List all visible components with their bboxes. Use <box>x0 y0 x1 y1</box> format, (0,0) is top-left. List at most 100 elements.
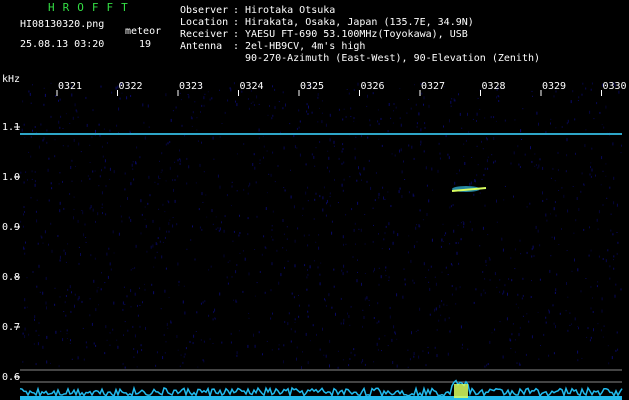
noise-pixel <box>253 333 254 337</box>
noise-pixel <box>161 255 163 259</box>
noise-pixel <box>613 176 615 180</box>
noise-pixel <box>45 276 47 280</box>
noise-pixel <box>166 322 168 326</box>
noise-pixel <box>539 158 541 161</box>
noise-pixel <box>140 344 142 347</box>
noise-pixel <box>266 340 268 342</box>
noise-pixel <box>596 285 598 288</box>
noise-pixel <box>141 349 143 352</box>
noise-pixel <box>146 250 148 253</box>
noise-pixel <box>132 268 134 270</box>
x-tick-label: 0323 <box>179 81 203 92</box>
noise-pixel <box>85 241 87 243</box>
noise-pixel <box>557 151 559 154</box>
noise-pixel <box>569 324 571 326</box>
noise-pixel <box>113 301 115 305</box>
noise-pixel <box>22 225 24 228</box>
noise-pixel <box>115 86 117 90</box>
noise-pixel <box>74 103 76 107</box>
y-tick-label: 0.9 <box>2 222 20 233</box>
noise-pixel <box>231 181 233 183</box>
noise-pixel <box>28 151 30 153</box>
x-tick-label: 0328 <box>482 81 506 92</box>
noise-pixel <box>566 282 567 285</box>
noise-pixel <box>385 266 387 269</box>
noise-pixel <box>63 207 65 210</box>
noise-pixel <box>515 303 517 305</box>
noise-pixel <box>362 359 364 362</box>
noise-pixel <box>62 145 64 147</box>
noise-pixel <box>417 329 419 331</box>
noise-pixel <box>266 192 268 194</box>
noise-pixel <box>496 286 498 288</box>
noise-pixel <box>418 355 420 359</box>
noise-pixel <box>353 348 355 351</box>
noise-pixel <box>617 241 619 244</box>
noise-pixel <box>615 283 617 286</box>
noise-pixel <box>363 167 365 171</box>
noise-pixel <box>36 199 38 201</box>
noise-pixel <box>460 222 462 224</box>
noise-pixel <box>105 325 107 329</box>
noise-pixel <box>271 225 273 227</box>
noise-pixel <box>242 250 244 252</box>
noise-pixel <box>294 318 296 321</box>
noise-pixel <box>461 127 463 129</box>
noise-pixel <box>155 364 157 367</box>
noise-pixel <box>538 164 540 168</box>
noise-pixel <box>46 129 48 132</box>
noise-pixel <box>233 299 234 301</box>
noise-pixel <box>506 317 508 321</box>
noise-pixel <box>142 103 144 107</box>
noise-pixel <box>70 310 72 313</box>
noise-pixel <box>370 186 372 190</box>
noise-pixel <box>388 103 390 106</box>
noise-pixel <box>462 343 463 346</box>
noise-pixel <box>93 342 95 345</box>
noise-pixel <box>236 153 238 155</box>
noise-pixel <box>573 232 575 234</box>
noise-pixel <box>577 326 579 327</box>
noise-pixel <box>431 238 433 242</box>
noise-pixel <box>141 213 143 216</box>
noise-pixel <box>542 191 543 195</box>
noise-pixel <box>315 192 317 195</box>
noise-pixel <box>256 215 258 218</box>
noise-pixel <box>161 152 163 155</box>
noise-pixel <box>550 177 552 179</box>
noise-pixel <box>577 100 579 101</box>
noise-pixel <box>130 269 132 271</box>
noise-pixel <box>415 103 417 106</box>
noise-pixel <box>443 303 445 306</box>
noise-pixel <box>350 306 352 308</box>
noise-pixel <box>178 284 180 286</box>
noise-pixel <box>27 179 28 181</box>
noise-pixel <box>609 277 611 280</box>
noise-pixel <box>313 218 315 220</box>
noise-pixel <box>165 143 167 146</box>
noise-pixel <box>494 328 496 331</box>
signal-level-peak <box>454 384 468 398</box>
noise-pixel <box>353 120 355 122</box>
noise-pixel <box>131 163 133 167</box>
noise-pixel <box>306 276 308 279</box>
noise-pixel <box>577 359 579 362</box>
noise-pixel <box>51 187 53 190</box>
noise-pixel <box>369 119 371 122</box>
noise-pixel <box>36 285 38 288</box>
noise-pixel <box>513 195 514 198</box>
noise-pixel <box>518 307 519 309</box>
noise-pixel <box>23 247 25 250</box>
noise-pixel <box>472 118 474 120</box>
noise-pixel <box>78 142 80 146</box>
noise-pixel <box>74 293 76 296</box>
noise-pixel <box>158 175 159 179</box>
noise-pixel <box>198 208 200 211</box>
noise-pixel <box>107 275 109 279</box>
noise-pixel <box>373 361 375 363</box>
noise-pixel <box>117 345 119 349</box>
noise-pixel <box>331 306 333 309</box>
noise-pixel <box>440 314 442 316</box>
noise-pixel <box>60 330 62 332</box>
noise-pixel <box>83 233 84 237</box>
